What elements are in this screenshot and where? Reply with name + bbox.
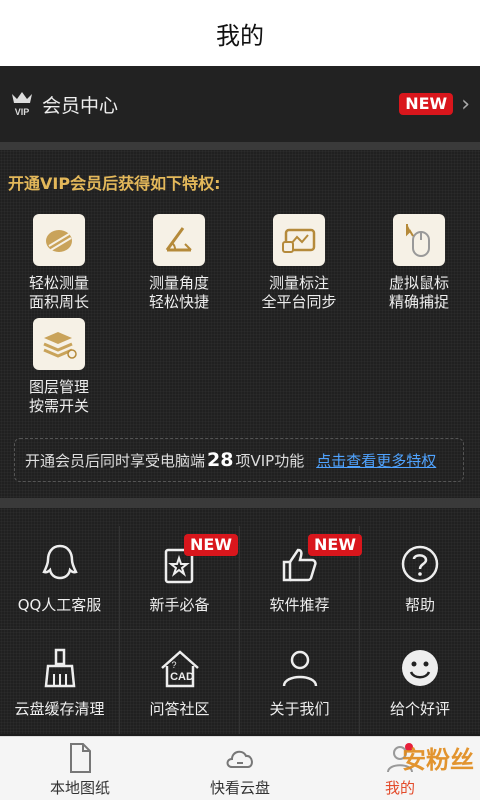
menu-label: QQ人工客服 — [17, 596, 102, 614]
svg-text:VIP: VIP — [15, 107, 30, 117]
mouse-icon — [393, 214, 445, 266]
menu-qa-community[interactable]: CAD? 问答社区 — [120, 630, 240, 734]
menu-beginner-guide[interactable]: 新手必备 NEW — [120, 526, 240, 630]
measure-area-icon — [33, 214, 85, 266]
svg-text:?: ? — [171, 660, 176, 670]
feature-label: 测量角度 轻松快捷 — [148, 274, 209, 311]
menu-label: 问答社区 — [149, 700, 210, 718]
sync-annotation-icon — [273, 214, 325, 266]
cloud-icon — [226, 750, 253, 768]
vip-privileges-panel: 开通VIP会员后获得如下特权: 轻松测量 面积周长 测量角度 轻松快捷 测量标注… — [0, 150, 480, 498]
privileges-title: 开通VIP会员后获得如下特权: — [8, 174, 221, 193]
feature-virtual-mouse[interactable]: 虚拟鼠标 精确捕捉 — [364, 214, 474, 312]
broom-icon — [44, 648, 75, 688]
angle-icon — [153, 214, 205, 266]
layers-icon — [33, 318, 85, 370]
vip-crown-icon: VIP — [12, 92, 32, 117]
feature-label: 虚拟鼠标 精确捕捉 — [388, 274, 449, 311]
menu-label: 帮助 — [404, 596, 435, 614]
menu-grid: QQ人工客服 新手必备 NEW 软件推荐 NEW 帮助 云盘缓存清理 CAD? … — [0, 508, 480, 734]
feature-layer-management[interactable]: 图层管理 按需开关 — [4, 318, 114, 416]
divider — [0, 498, 480, 508]
feature-label: 测量标注 全平台同步 — [261, 274, 337, 311]
app-header: 我的 — [0, 0, 480, 66]
tab-label: 我的 — [384, 779, 415, 797]
feature-annotation-sync[interactable]: 测量标注 全平台同步 — [244, 214, 354, 312]
new-badge: NEW — [184, 534, 238, 556]
help-icon — [401, 545, 439, 583]
file-icon — [70, 743, 91, 773]
more-privileges-link[interactable]: 点击查看更多特权 — [316, 450, 436, 471]
watermark-logo: 安粉丝 — [402, 746, 474, 774]
new-badge: NEW — [399, 93, 454, 115]
menu-software-recommend[interactable]: 软件推荐 NEW — [240, 526, 362, 630]
menu-qq-support[interactable]: QQ人工客服 — [0, 526, 120, 630]
vip-center-label: 会员中心 — [42, 94, 119, 117]
tab-label: 快看云盘 — [209, 779, 270, 797]
feature-label: 轻松测量 面积周长 — [28, 274, 89, 311]
menu-label: 软件推荐 — [269, 596, 330, 614]
person-icon — [282, 650, 317, 687]
page-title: 我的 — [216, 21, 264, 50]
vip-center-row[interactable]: VIP 会员中心 NEW › — [0, 66, 480, 142]
cad-house-icon: CAD? — [160, 650, 199, 688]
menu-label: 给个好评 — [389, 700, 450, 718]
menu-label: 关于我们 — [269, 700, 330, 718]
menu-about-us[interactable]: 关于我们 — [240, 630, 360, 734]
menu-help[interactable]: 帮助 — [360, 526, 480, 630]
tab-local-drawings[interactable]: 本地图纸 — [0, 737, 160, 800]
tab-label: 本地图纸 — [49, 779, 110, 797]
more-suffix: 项VIP功能 — [235, 451, 305, 470]
more-privileges-banner: 开通会员后同时享受电脑端 28 项VIP功能 点击查看更多特权 — [14, 438, 464, 482]
divider — [0, 142, 480, 150]
menu-clear-cache[interactable]: 云盘缓存清理 — [0, 630, 120, 734]
chevron-right-icon: › — [461, 91, 470, 117]
menu-rate-us[interactable]: 给个好评 — [360, 630, 480, 734]
feature-label: 图层管理 按需开关 — [28, 378, 89, 415]
vip-feature-count: 28 — [207, 449, 234, 471]
menu-label: 新手必备 — [149, 596, 210, 614]
new-badge: NEW — [308, 534, 362, 556]
feature-measure-angle[interactable]: 测量角度 轻松快捷 — [124, 214, 234, 312]
qq-icon — [41, 544, 78, 580]
svg-text:CAD: CAD — [170, 671, 194, 683]
tab-cloud-drive[interactable]: 快看云盘 — [160, 737, 320, 800]
feature-measure-area[interactable]: 轻松测量 面积周长 — [4, 214, 114, 312]
more-prefix: 开通会员后同时享受电脑端 — [25, 451, 206, 470]
menu-label: 云盘缓存清理 — [14, 700, 105, 718]
smiley-icon — [402, 650, 438, 686]
